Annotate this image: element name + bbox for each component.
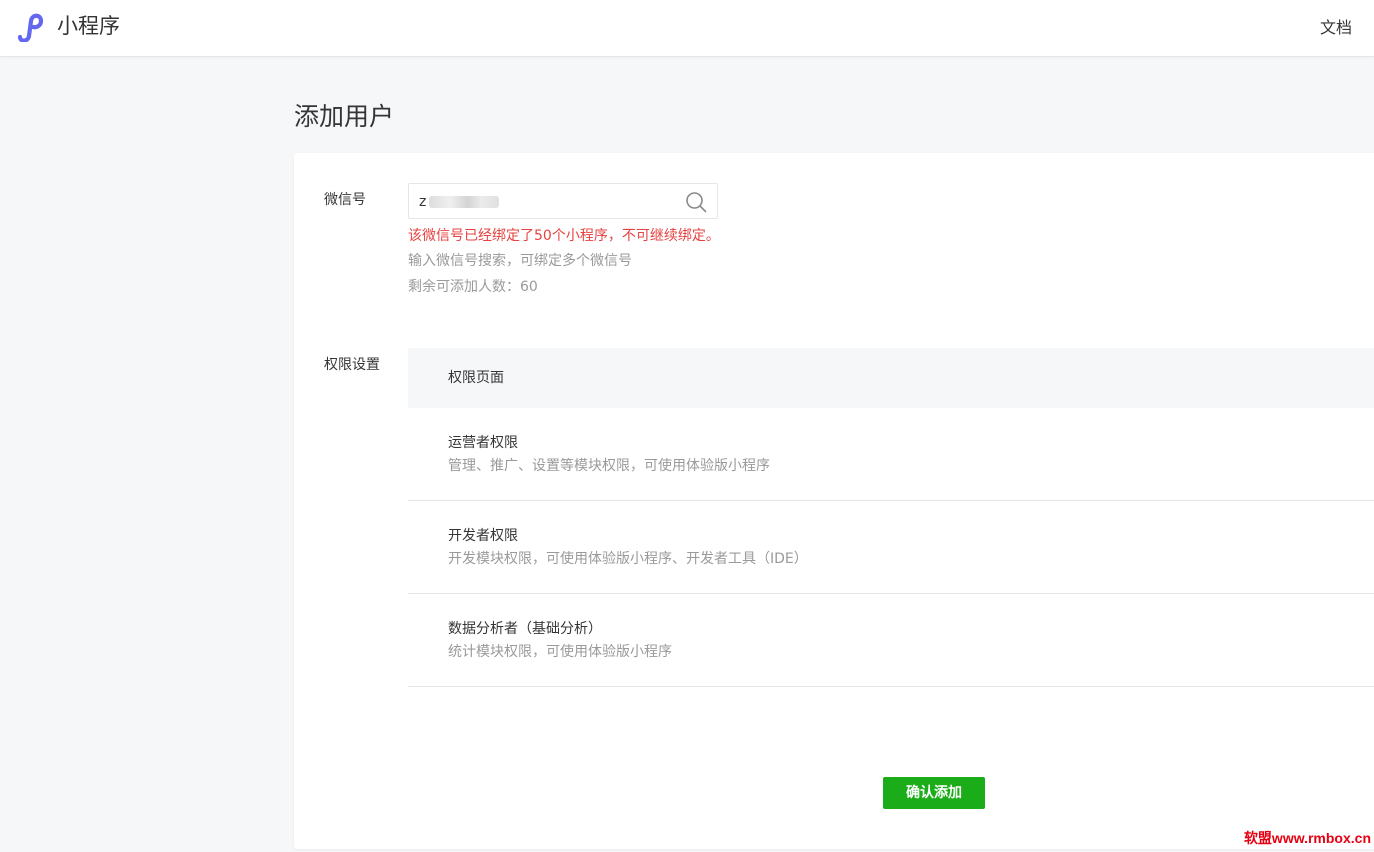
permission-row-operator[interactable]: 运营者权限 管理、推广、设置等模块权限，可使用体验版小程序 bbox=[408, 408, 1374, 501]
remaining-count-hint: 剩余可添加人数：60 bbox=[408, 279, 538, 295]
brand-name[interactable]: 小程序 bbox=[57, 12, 120, 40]
permission-row-developer[interactable]: 开发者权限 开发模块权限，可使用体验版小程序、开发者工具（IDE） bbox=[408, 501, 1374, 594]
wechat-id-search-input[interactable]: z bbox=[408, 183, 718, 219]
permission-title: 数据分析者（基础分析） bbox=[448, 621, 602, 637]
permission-title: 开发者权限 bbox=[448, 528, 518, 544]
page-title: 添加用户 bbox=[294, 102, 395, 131]
redacted-text-mask bbox=[429, 196, 499, 208]
permission-settings-label: 权限设置 bbox=[324, 357, 380, 373]
site-watermark: 软盟www.rmbox.cn bbox=[1243, 830, 1371, 846]
search-hint: 输入微信号搜索，可绑定多个微信号 bbox=[408, 253, 632, 269]
permission-row-data-analyst[interactable]: 数据分析者（基础分析） 统计模块权限，可使用体验版小程序 bbox=[408, 594, 1374, 687]
mini-program-logo-icon[interactable] bbox=[16, 11, 49, 42]
top-navigation-bar: 小程序 文档 bbox=[0, 0, 1374, 57]
binding-limit-error: 该微信号已经绑定了50个小程序，不可继续绑定。 bbox=[408, 228, 720, 244]
search-input-value[interactable]: z bbox=[419, 192, 426, 212]
permission-description: 开发模块权限，可使用体验版小程序、开发者工具（IDE） bbox=[448, 551, 808, 567]
wechat-id-label: 微信号 bbox=[324, 192, 366, 208]
permission-title: 运营者权限 bbox=[448, 435, 518, 451]
permission-description: 管理、推广、设置等模块权限，可使用体验版小程序 bbox=[448, 458, 770, 474]
permission-table-header: 权限页面 bbox=[408, 348, 1374, 408]
add-user-form-card: 微信号 z 该微信号已经绑定了50个小程序，不可继续绑定。 输入微信号搜索，可绑… bbox=[294, 153, 1374, 849]
permission-description: 统计模块权限，可使用体验版小程序 bbox=[448, 644, 672, 660]
permission-page-column: 权限页面 bbox=[448, 370, 504, 386]
search-icon[interactable] bbox=[685, 191, 707, 213]
docs-link[interactable]: 文档 bbox=[1320, 17, 1352, 39]
confirm-add-button[interactable]: 确认添加 bbox=[883, 777, 985, 809]
